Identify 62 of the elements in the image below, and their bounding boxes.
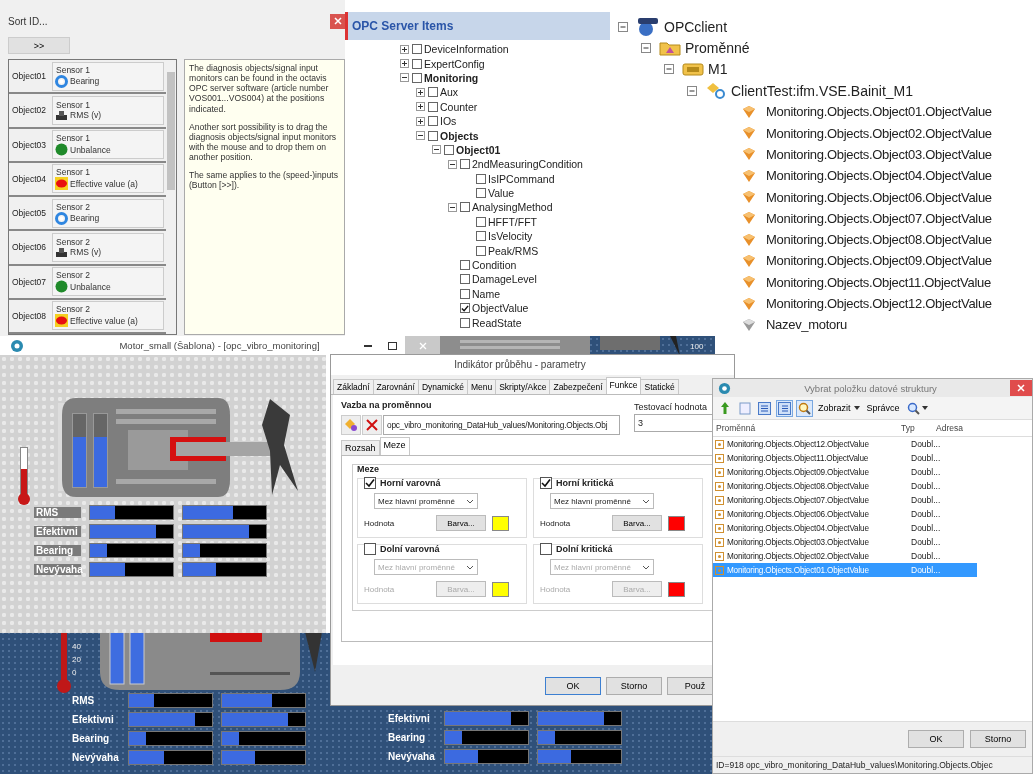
object-label: Object02: [12, 105, 48, 116]
table-cell-text: Monitoring.Objects.Object01.ObjectValue: [727, 565, 870, 575]
checkbox-label: Dolní kritická: [556, 544, 613, 554]
panel-title: OPC Server Items: [352, 19, 454, 33]
table-cell-text: Monitoring.Objects.Object07.ObjectValue: [727, 495, 870, 505]
table-cell-text: Monitoring.Objects.Object06.ObjectValue: [727, 509, 870, 519]
meter-label: Nevývaha: [388, 751, 436, 762]
field-label: Hodnota: [364, 518, 396, 528]
table-cell-text: Doubl...: [911, 439, 942, 449]
table-cell-text: Doubl...: [911, 565, 942, 575]
window-title: Sort ID...: [8, 15, 48, 27]
table-cell-text: Doubl...: [911, 537, 942, 547]
scale-label: 20: [72, 655, 81, 664]
meter-label: RMS: [34, 506, 81, 518]
help-text: The same applies to the (speed-)inputs (Button [>>]).: [189, 170, 340, 191]
group-title: Meze: [357, 464, 380, 474]
object-label: Object05: [12, 208, 48, 219]
help-text: The diagnosis objects/signal input monitors can be found in the octavis OPC server software (article number VOS001...VOS004) at the positions indicated.: [189, 63, 330, 114]
table-cell-text: Monitoring.Objects.Object04.ObjectValue: [727, 523, 870, 533]
dialog-title: Indikátor průběhu - parametry: [331, 355, 734, 375]
table-cell-text: Doubl...: [911, 481, 942, 491]
meter-label: Bearing: [72, 733, 111, 744]
table-cell-text: Monitoring.Objects.Object08.ObjectValue: [727, 481, 870, 491]
table-cell-text: Monitoring.Objects.Object11.ObjectValue: [727, 453, 870, 463]
table-cell-text: Doubl...: [911, 551, 942, 561]
section-title: Vazba na proměnnou: [341, 400, 433, 410]
status-text: ID=918 opc_vibro_monitoring_DataHub_values\Monitoring.Objects.Objec: [716, 760, 993, 770]
window-title: Motor_small (Šablona) - [opc_vibro_monitoring]: [118, 340, 321, 351]
scale-label: 100: [690, 342, 704, 351]
meter-label: Efektivni: [72, 714, 115, 725]
object-label: Object08: [12, 310, 48, 321]
field-label: Hodnota: [540, 584, 572, 594]
scale-label: 0: [72, 668, 78, 677]
table-cell-text: Monitoring.Objects.Object02.ObjectValue: [727, 551, 870, 561]
table-cell-text: Monitoring.Objects.Object03.ObjectValue: [727, 537, 870, 547]
field-label: Testovací hodnota: [634, 402, 709, 412]
meter-label: Efektivni: [34, 525, 81, 537]
object-label: Object07: [12, 276, 48, 287]
checkbox-label: Horní varovná: [380, 478, 441, 488]
object-label: Object04: [12, 173, 48, 184]
help-text: Another sort possibility is to drag the diagnosis objects/signal input monitors with the mouse and to drop them on another position.: [189, 121, 338, 163]
table-cell-text: Doubl...: [911, 495, 942, 505]
object-label: Object01: [12, 71, 48, 82]
meter-label: Bearing: [388, 732, 427, 743]
table-cell-text: Monitoring.Objects.Object09.ObjectValue: [727, 467, 870, 477]
meter-label: Bearing: [34, 544, 81, 556]
field-label: Hodnota: [364, 584, 396, 594]
object-label: Object03: [12, 139, 48, 150]
meter-label: RMS: [72, 695, 96, 706]
object-label: Object06: [12, 242, 48, 253]
checkbox-label: Dolní varovná: [380, 544, 440, 554]
field-label: Hodnota: [540, 518, 572, 528]
meter-label: Efektivni: [388, 713, 431, 724]
table-cell-text: Doubl...: [911, 509, 942, 519]
meter-label: Nevývaha: [72, 752, 120, 763]
scale-label: 40: [72, 642, 81, 651]
table-cell-text: Monitoring.Objects.Object12.ObjectValue: [727, 439, 870, 449]
table-cell-text: Doubl...: [911, 523, 942, 533]
dialog-title: Vybrat položku datové struktury: [803, 382, 938, 394]
table-cell-text: Doubl...: [911, 453, 942, 463]
checkbox-label: Horní kritická: [556, 478, 614, 488]
table-cell-text: Doubl...: [911, 467, 942, 477]
